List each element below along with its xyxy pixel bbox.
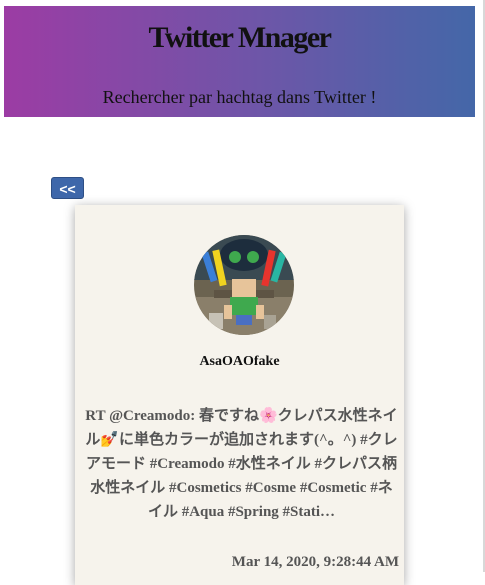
app-subtitle: Rechercher par hachtag dans Twitter ! bbox=[102, 87, 377, 107]
tweet-username: AsaOAOfake bbox=[199, 354, 280, 369]
avatar-image bbox=[194, 235, 294, 335]
app-header: Twitter Mnager Rechercher par hachtag da… bbox=[4, 6, 475, 117]
tweet-card: AsaOAOfake RT @Creamodo: 春ですね🌸クレパス水性ネイル💅… bbox=[75, 205, 404, 585]
tweet-date: Mar 14, 2020, 9:28:44 AM bbox=[231, 554, 399, 570]
app-title: Twitter Mnager bbox=[148, 21, 332, 54]
previous-button[interactable]: << bbox=[51, 177, 84, 199]
tweet-text: RT @Creamodo: 春ですね🌸クレパス水性ネイル💅に単色カラーが追加され… bbox=[85, 408, 398, 520]
user-avatar bbox=[194, 235, 294, 335]
